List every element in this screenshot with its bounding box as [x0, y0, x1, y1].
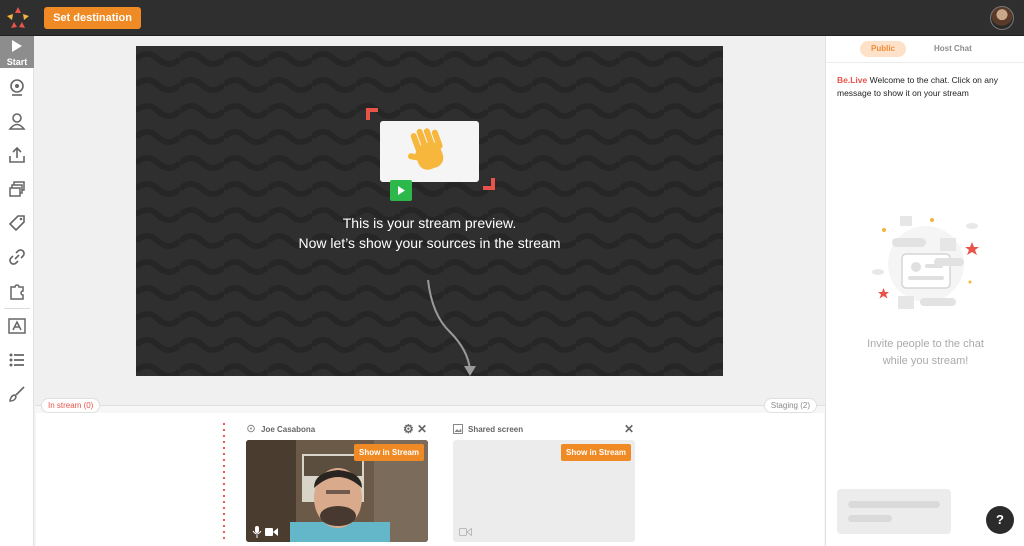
close-icon[interactable]: ✕ — [624, 422, 634, 436]
start-label: Start — [6, 57, 28, 67]
shared-screen-placeholder: Show in Stream — [453, 440, 635, 542]
sidebar: Start — [0, 36, 34, 546]
source-card-camera[interactable]: Joe Casabona ⚙ ✕ Show in Stream — [246, 419, 428, 543]
invite-message: Invite people to the chat while you stre… — [826, 336, 1024, 370]
start-button[interactable]: Start — [0, 36, 34, 68]
layers-icon[interactable] — [7, 179, 27, 199]
source-name: Shared screen — [468, 425, 524, 434]
brand-name: Be.Live — [837, 75, 868, 85]
play-badge — [390, 180, 412, 201]
frame-corner — [483, 178, 495, 190]
input-placeholder-line — [848, 501, 940, 508]
show-in-stream-button[interactable]: Show in Stream — [560, 444, 631, 461]
chat-illustration — [872, 216, 979, 309]
sidebar-divider — [4, 308, 30, 309]
video-camera-icon[interactable] — [265, 527, 278, 537]
in-stream-label: In stream (0) — [41, 398, 101, 413]
close-icon[interactable]: ✕ — [417, 422, 427, 436]
chat-tabs: Public Host Chat — [826, 36, 1024, 63]
user-avatar[interactable] — [990, 6, 1014, 30]
image-icon — [453, 424, 463, 434]
preview-line-2: Now let’s show your sources in the strea… — [298, 235, 561, 251]
curved-arrow-icon — [427, 279, 476, 376]
link-icon[interactable] — [7, 247, 27, 267]
source-header: Shared screen ✕ — [453, 419, 635, 439]
puzzle-icon[interactable] — [7, 281, 27, 301]
chat-panel: Public Host Chat Be.Live Welcome to the … — [825, 36, 1024, 546]
help-button[interactable]: ? — [986, 506, 1014, 534]
chat-input[interactable] — [837, 489, 951, 534]
welcome-message[interactable]: Be.Live Welcome to the chat. Click on an… — [837, 74, 1017, 100]
preview-card — [380, 121, 479, 182]
invite-line-2: while you stream! — [882, 355, 969, 367]
show-in-stream-button[interactable]: Show in Stream — [353, 444, 424, 461]
camera-feed: Show in Stream — [246, 440, 428, 542]
preview-line-1: This is your stream preview. — [342, 215, 517, 231]
source-header: Joe Casabona ⚙ ✕ — [246, 419, 428, 439]
microphone-icon[interactable] — [252, 526, 262, 538]
set-destination-button[interactable]: Set destination — [44, 7, 141, 29]
input-placeholder-line — [848, 515, 892, 522]
frame-corner — [366, 108, 378, 120]
staging-label: Staging (2) — [763, 398, 817, 413]
source-card-shared-screen[interactable]: Shared screen ✕ Show in Stream — [453, 419, 635, 543]
sources-tray: Joe Casabona ⚙ ✕ Show in Stream Shared s… — [35, 398, 825, 546]
invite-line-1: Invite people to the chat — [867, 338, 984, 350]
play-icon — [398, 186, 405, 195]
main-area: This is your stream preview. Now let’s s… — [35, 36, 825, 546]
webcam-icon[interactable] — [7, 77, 27, 97]
text-box-icon[interactable] — [7, 316, 27, 336]
video-camera-icon[interactable] — [459, 527, 472, 537]
in-stream-dropzone[interactable] — [223, 421, 225, 543]
upload-icon[interactable] — [7, 145, 27, 165]
webcam-icon — [247, 424, 255, 433]
person-icon[interactable] — [7, 111, 27, 131]
top-bar: Set destination — [0, 0, 1024, 36]
stream-preview: This is your stream preview. Now let’s s… — [136, 46, 723, 376]
play-icon — [12, 40, 22, 52]
tag-icon[interactable] — [7, 213, 27, 233]
waving-hand-icon — [407, 128, 444, 170]
belive-logo[interactable] — [6, 6, 30, 30]
gear-icon[interactable]: ⚙ — [403, 422, 414, 436]
tab-public[interactable]: Public — [860, 41, 906, 57]
list-icon[interactable] — [7, 350, 27, 370]
tab-host-chat[interactable]: Host Chat — [934, 44, 972, 53]
brush-icon[interactable] — [7, 384, 27, 404]
source-name: Joe Casabona — [261, 425, 316, 434]
preview-message: This is your stream preview. Now let’s s… — [136, 213, 723, 253]
sources-panel: Joe Casabona ⚙ ✕ Show in Stream Shared s… — [36, 413, 824, 546]
